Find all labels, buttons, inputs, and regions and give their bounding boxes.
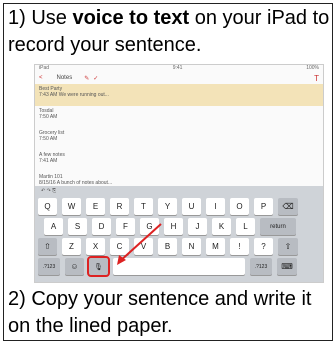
step-2-instruction: 2) Copy your sentence and write it on th… [8,288,312,337]
arrow-line [118,223,162,263]
pointer-arrow [117,223,162,265]
instruction-card: 1) Use voice to text on your iPad to rec… [3,3,333,341]
step-1-instruction: 1) Use voice to text on your iPad to rec… [8,7,330,56]
ipad-screenshot: iPad 9:41 100% < Notes ✎ ✓ T Best Party 7:4… [34,64,324,283]
